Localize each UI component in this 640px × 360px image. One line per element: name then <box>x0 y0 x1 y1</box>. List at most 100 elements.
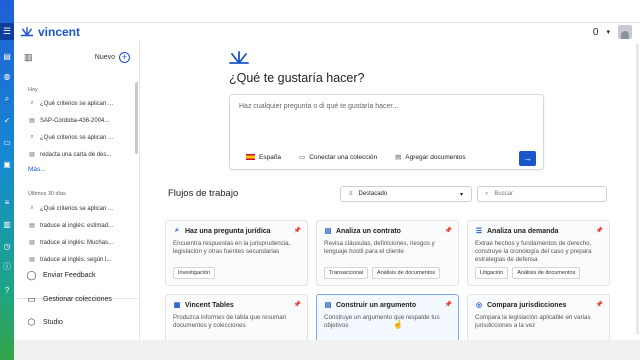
vincent-logo-icon <box>229 51 249 64</box>
workflow-card-title: Analiza una demanda <box>487 227 559 235</box>
workflow-card-desc: Revisa cláusulas, definiciones, riesgos … <box>324 240 435 255</box>
workflow-filter-select[interactable]: ≡ Destacado ▾ <box>340 186 472 202</box>
send-feedback-link[interactable]: ◯ Enviar Feedback <box>26 270 95 281</box>
workflow-card[interactable]: ▤ Analiza un contrato 📌 Revisa cláusulas,… <box>316 220 459 286</box>
chevron-down-icon[interactable]: ▾ <box>606 28 610 36</box>
new-chat-button[interactable]: Nuevo + <box>95 51 130 63</box>
arrow-right-icon: → <box>523 153 532 163</box>
pin-icon[interactable]: 📌 <box>445 227 452 234</box>
chat-bubble-icon: ◯ <box>26 270 37 280</box>
search-icon: ⌕ <box>30 100 34 106</box>
pin-icon[interactable]: 📌 <box>294 227 301 234</box>
notification-count[interactable]: 0 <box>593 27 599 38</box>
history-item[interactable]: ▤ redacta una carta de des... <box>28 151 111 159</box>
workflow-card-title: Construir un argumento <box>336 301 417 309</box>
bottom-bar <box>14 340 640 360</box>
mouse-cursor-icon: ☝ <box>393 320 403 329</box>
history-item[interactable]: ⌕ ¿Qué criterios se aplican ... <box>28 205 113 212</box>
search-icon: ⌕ <box>175 227 179 234</box>
history-icon[interactable]: ◷ <box>2 242 12 252</box>
pin-icon[interactable]: 📌 <box>294 301 301 308</box>
app-logo[interactable]: vincent <box>20 25 80 39</box>
sidebar: ▥ Nuevo + Hoy ⌕ ¿Qué criterios se aplican… <box>14 40 140 360</box>
workflow-card-title: Compara jurisdicciones <box>487 301 567 309</box>
section-today-label: Hoy <box>28 87 38 93</box>
workflow-card-title: Analiza un contrato <box>336 227 401 235</box>
workflow-card[interactable]: ⌕ Haz una pregunta jurídica 📌 Encuentra r… <box>165 220 308 286</box>
tag: Transaccional <box>324 267 369 279</box>
history-item[interactable]: ▤ traduce al inglés: según l... <box>28 256 111 264</box>
sidebar-toggle-icon[interactable]: ▥ <box>24 52 33 63</box>
workflow-card-desc: Extrae hechos y fundamentos de derecho, … <box>475 240 592 263</box>
history-item[interactable]: ▤ traduce al inglés: Muchas... <box>28 239 113 247</box>
app-rail: ☰ ▤ ◍ ⌕ ✓ ▭ ▣ ≡ ▥ ◷ ⓘ ? <box>0 0 14 360</box>
top-bar-right: 0 ▾ <box>593 25 632 39</box>
send-button[interactable]: → <box>519 151 536 166</box>
chevron-down-icon: ▾ <box>459 191 463 198</box>
help-icon[interactable]: ? <box>2 286 12 296</box>
workflow-card-desc: Compara la legislación aplicable en vari… <box>475 314 591 329</box>
search-icon[interactable]: ⌕ <box>2 94 12 104</box>
manage-collections-link[interactable]: ▭ Gestionar colecciones <box>26 294 112 305</box>
document-icon: ▤ <box>29 152 35 158</box>
connect-collection-button[interactable]: ▭ Conectar una colección <box>299 153 377 162</box>
search-icon: ⌕ <box>30 205 34 211</box>
document-icon[interactable]: ▤ <box>2 52 12 62</box>
workflow-card-desc: Encuentra respuestas en la jurisprudenci… <box>173 240 291 255</box>
tag: Litigación <box>475 267 509 279</box>
history-item[interactable]: ⌕ ¿Qué criterios se aplican ... <box>28 100 113 107</box>
workflow-card[interactable]: ☰ Analiza una demanda 📌 Extrae hechos y f… <box>467 220 610 286</box>
pin-icon[interactable]: 📌 <box>445 301 452 308</box>
search-icon: ⌕ <box>485 190 489 197</box>
plus-icon: + <box>119 51 130 63</box>
section-last30-label: Últimos 30 días <box>28 191 66 197</box>
inbox-icon[interactable]: ▣ <box>2 160 12 170</box>
prompt-input[interactable]: Haz cualquier pregunta o di qué te gusta… <box>239 103 398 110</box>
chat-icon[interactable]: ▭ <box>2 138 12 148</box>
country-selector[interactable]: España <box>246 154 281 161</box>
workflows-title: Flujos de trabajo <box>168 188 239 199</box>
layers-icon[interactable]: ≡ <box>2 198 12 208</box>
menu-toggle-button[interactable]: ☰ <box>0 23 14 40</box>
add-documents-button[interactable]: ▤ Agregar documentos <box>395 153 466 162</box>
more-link[interactable]: Más... <box>28 166 46 173</box>
top-divider <box>14 22 640 23</box>
folder-icon: ▭ <box>27 294 36 304</box>
workflow-card-desc: Construye un argumento que respalde tus … <box>324 314 440 329</box>
user-icon[interactable]: ◍ <box>2 72 12 82</box>
menu-icon: ☰ <box>3 26 12 36</box>
workflow-card-desc: Produzca informes de tabla que resuman d… <box>173 314 287 329</box>
search-icon: ⌕ <box>30 134 34 140</box>
avatar[interactable] <box>618 25 632 39</box>
document-icon: ▤ <box>29 223 35 229</box>
history-item[interactable]: ⌕ ¿Qué criterios se aplican ... <box>28 134 113 141</box>
table-icon: ▦ <box>173 302 181 309</box>
workflow-card-title: Vincent Tables <box>185 301 234 309</box>
pin-icon[interactable]: 📌 <box>596 227 603 234</box>
list-icon: ☰ <box>475 228 483 235</box>
check-icon[interactable]: ✓ <box>2 116 12 126</box>
vincent-logo-icon <box>20 27 34 37</box>
workflow-card-title: Haz una pregunta jurídica <box>185 227 271 235</box>
info-icon[interactable]: ⓘ <box>2 262 12 272</box>
pin-icon[interactable]: 📌 <box>596 301 603 308</box>
document-icon: ▤ <box>29 240 35 246</box>
book-icon[interactable]: ▥ <box>2 220 12 230</box>
tag: Análisis de documentos <box>512 267 581 279</box>
main-scrollbar[interactable] <box>636 44 639 334</box>
prompt-toolbar: España ▭ Conectar una colección ▤ Agregar … <box>246 153 478 161</box>
history-item[interactable]: ▤ SAP-Cordoba-436-2004... <box>28 117 109 125</box>
studio-link[interactable]: ⬡ Studio <box>26 317 63 328</box>
globe-icon: ◎ <box>475 302 483 309</box>
workflow-search-input[interactable]: ⌕ Buscar <box>477 186 607 202</box>
spain-flag-icon <box>246 154 255 160</box>
sidebar-header: ▥ Nuevo + <box>14 40 140 74</box>
folder-icon: ▭ <box>299 154 306 161</box>
history-item[interactable]: ▤ traduce al inglés: estimad... <box>28 222 113 230</box>
document-icon: ▤ <box>29 118 35 124</box>
tag: Análisis de documentos <box>372 267 441 279</box>
sidebar-scrollbar[interactable] <box>135 82 138 154</box>
page-title: ¿Qué te gustaría hacer? <box>229 71 365 85</box>
prompt-box[interactable]: Haz cualquier pregunta o di qué te gusta… <box>229 94 544 170</box>
cube-icon: ⬡ <box>27 317 36 327</box>
